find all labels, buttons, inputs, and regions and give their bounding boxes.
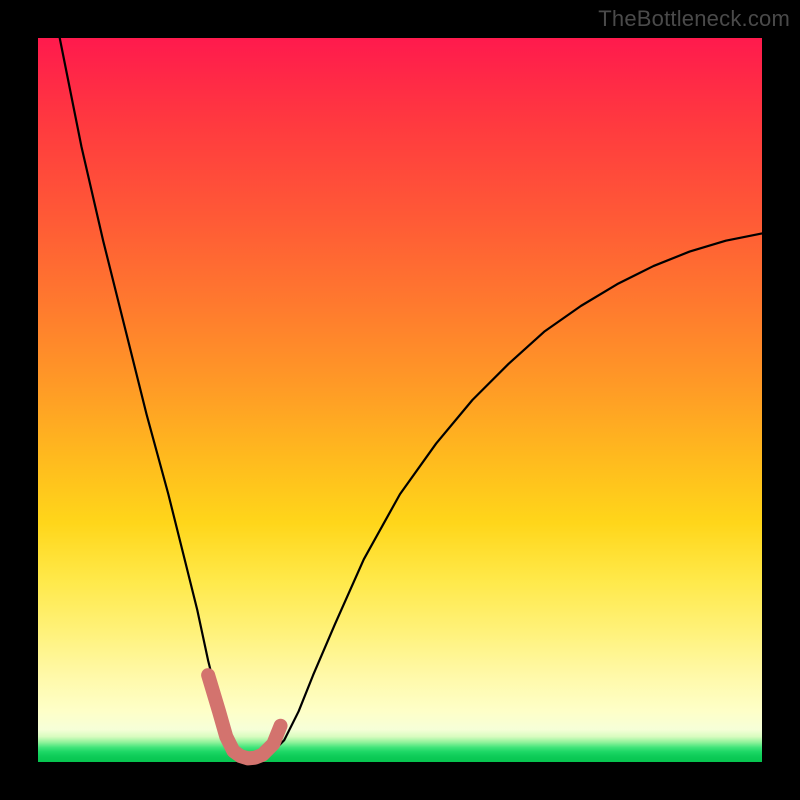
outer-frame: TheBottleneck.com	[0, 0, 800, 800]
watermark-text: TheBottleneck.com	[598, 6, 790, 32]
bottom-highlight-path	[208, 675, 280, 758]
curve-svg	[38, 38, 762, 762]
plot-area	[38, 38, 762, 762]
main-curve-path	[60, 38, 762, 758]
